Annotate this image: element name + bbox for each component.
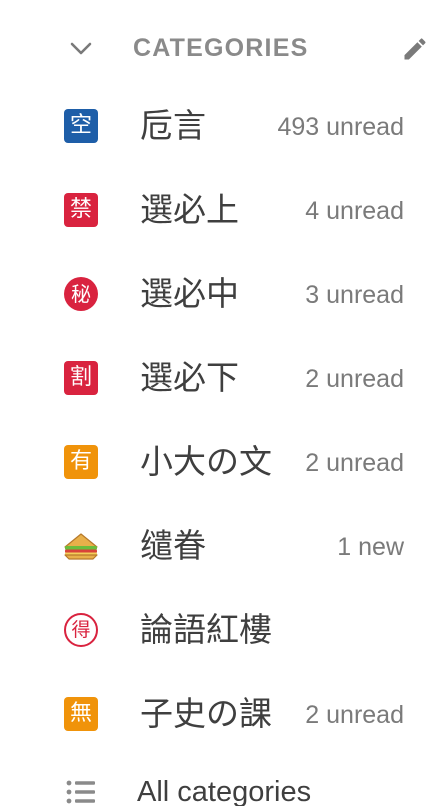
category-label: 選必上	[140, 190, 239, 229]
unread-count: 2 unread	[305, 701, 404, 729]
category-icon: 秘	[63, 276, 99, 312]
category-label: 小大の文	[140, 442, 272, 481]
category-item[interactable]: 無 子史の課 2 unread	[0, 678, 432, 750]
category-item[interactable]: 禁 選必上 4 unread	[0, 174, 432, 246]
category-icon: 得	[63, 612, 99, 648]
category-item[interactable]: 割 選必下 2 unread	[0, 342, 432, 414]
chevron-down-icon[interactable]	[66, 34, 96, 64]
category-item[interactable]: 得 論語紅樓	[0, 594, 432, 666]
section-title: CATEGORIES	[133, 34, 309, 62]
unread-count: 2 unread	[305, 365, 404, 393]
category-icon: 禁	[63, 192, 99, 228]
unread-count: 4 unread	[305, 197, 404, 225]
new-count: 1 new	[337, 533, 404, 561]
category-icon: 割	[63, 360, 99, 396]
category-glyph: 有	[64, 445, 98, 479]
category-icon: 空	[63, 108, 99, 144]
category-glyph: 禁	[64, 193, 98, 227]
category-item[interactable]: 缱眷 1 new	[0, 510, 432, 582]
category-glyph: 得	[64, 613, 98, 647]
sandwich-icon	[63, 528, 99, 564]
category-label: 論語紅樓	[140, 610, 272, 649]
all-categories-link[interactable]: All categories	[0, 760, 432, 806]
category-glyph: 無	[64, 697, 98, 731]
category-label: 選必中	[140, 274, 239, 313]
category-label: 子史の課	[140, 694, 272, 733]
categories-panel: CATEGORIES 空 卮言 493 unread 禁 選必上 4 unrea…	[0, 0, 432, 806]
category-item[interactable]: 有 小大の文 2 unread	[0, 426, 432, 498]
unread-count: 493 unread	[277, 113, 404, 141]
all-categories-label: All categories	[137, 776, 312, 806]
category-item[interactable]: 空 卮言 493 unread	[0, 90, 432, 162]
category-icon: 無	[63, 696, 99, 732]
category-label: 卮言	[140, 106, 206, 145]
list-icon	[63, 774, 99, 806]
unread-count: 2 unread	[305, 449, 404, 477]
category-glyph: 秘	[64, 277, 98, 311]
category-glyph: 空	[64, 109, 98, 143]
categories-header: CATEGORIES	[0, 0, 432, 96]
pencil-icon[interactable]	[398, 32, 432, 66]
category-label: 缱眷	[140, 526, 206, 565]
category-icon: 有	[63, 444, 99, 480]
category-glyph: 割	[64, 361, 98, 395]
category-label: 選必下	[140, 358, 239, 397]
category-item[interactable]: 秘 選必中 3 unread	[0, 258, 432, 330]
unread-count: 3 unread	[305, 281, 404, 309]
